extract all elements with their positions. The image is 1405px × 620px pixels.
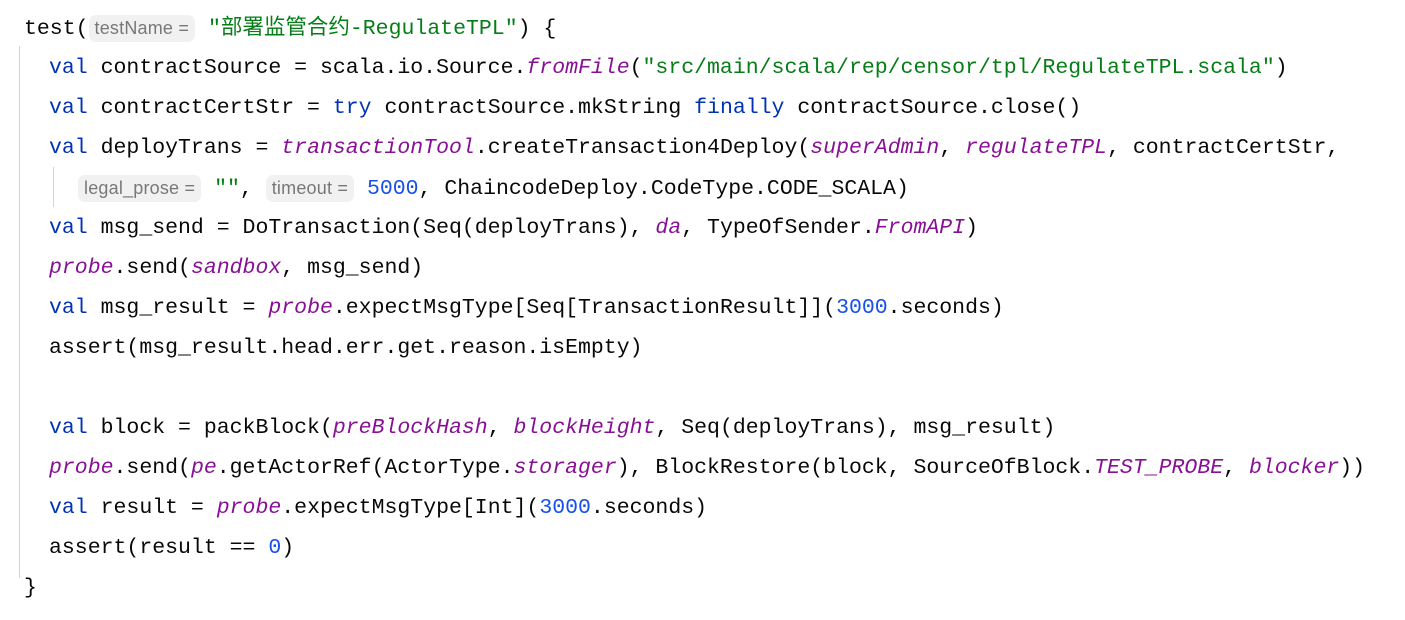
code-line[interactable]: val block = packBlock(preBlockHash, bloc… (0, 408, 1405, 448)
code-token-plain: msg_result = (87, 296, 269, 320)
code-token-number: 3000 (539, 496, 591, 520)
code-token-plain: .send( (113, 256, 191, 280)
code-token-keyword: val (49, 496, 88, 520)
code-token-plain: .seconds) (590, 496, 708, 520)
code-token-keyword: val (49, 56, 88, 80)
code-token-number: 0 (268, 536, 282, 560)
code-token-keyword: val (49, 96, 88, 120)
code-line[interactable]: legal_prose = "", timeout = 5000, Chainc… (0, 168, 1405, 208)
code-token-plain: .seconds) (887, 296, 1004, 320)
code-token-identifier-italic: da (655, 216, 682, 240)
code-token-keyword: val (49, 416, 88, 440)
code-token-plain: .send( (113, 456, 191, 480)
code-token-plain: ) (281, 536, 295, 560)
code-token-identifier-italic: preBlockHash (332, 416, 488, 440)
inlay-parameter-hint[interactable]: timeout = (265, 175, 355, 202)
code-line[interactable]: val contractSource = scala.io.Source.fro… (0, 48, 1405, 88)
code-token-plain: test( (24, 17, 89, 41)
code-token-identifier-italic: regulateTPL (965, 136, 1108, 160)
code-line[interactable]: val contractCertStr = try contractSource… (0, 88, 1405, 128)
code-token-number: 5000 (366, 177, 419, 201)
code-line[interactable]: val msg_send = DoTransaction(Seq(deployT… (0, 208, 1405, 248)
code-line[interactable]: assert(msg_result.head.err.get.reason.is… (0, 328, 1405, 368)
code-token-plain: )) (1339, 456, 1366, 480)
code-token-plain: , msg_send) (281, 256, 424, 280)
code-token-plain: msg_send = DoTransaction(Seq(deployTrans… (87, 216, 656, 240)
code-token-plain: , TypeOfSender. (681, 216, 875, 240)
code-token-string: "" (214, 177, 240, 201)
code-token-keyword: val (49, 296, 88, 320)
code-line[interactable]: probe.send(sandbox, msg_send) (0, 248, 1405, 288)
code-token-identifier-italic: TEST_PROBE (1094, 456, 1224, 480)
code-token-plain: , contractCertStr, (1107, 136, 1340, 160)
code-line[interactable]: val result = probe.expectMsgType[Int](30… (0, 488, 1405, 528)
code-token-plain: } (24, 576, 37, 600)
code-token-keyword: finally (694, 96, 785, 120)
code-token-plain: .expectMsgType[Int]( (281, 496, 540, 520)
code-line[interactable]: } (0, 568, 1405, 608)
code-token-plain: contractSource.mkString (371, 96, 695, 120)
code-token-plain: , ChaincodeDeploy.CodeType.CODE_SCALA) (418, 177, 909, 201)
code-token-plain: ( (629, 56, 643, 80)
code-token-keyword: try (332, 96, 372, 120)
code-line[interactable]: test(testName = "部署监管合约-RegulateTPL") { (0, 8, 1405, 48)
code-token-identifier-italic: pe (190, 456, 217, 480)
code-token-plain: .expectMsgType[Seq[TransactionResult]]( (332, 296, 837, 320)
code-token-plain: .getActorRef(ActorType. (216, 456, 514, 480)
code-token-identifier-italic: sandbox (190, 256, 282, 280)
code-token-identifier-italic: fromFile (526, 56, 630, 80)
code-line[interactable]: probe.send(pe.getActorRef(ActorType.stor… (0, 448, 1405, 488)
code-token-plain: assert(result == (49, 536, 269, 560)
code-line[interactable] (0, 368, 1405, 408)
code-token-identifier-italic: probe (49, 256, 114, 280)
code-token-identifier-italic: probe (49, 456, 114, 480)
code-token-plain: , (239, 177, 266, 201)
code-token-plain: ), BlockRestore(block, SourceOfBlock. (616, 456, 1095, 480)
code-token-plain: , (487, 416, 514, 440)
code-line[interactable]: assert(result == 0) (0, 528, 1405, 568)
code-token-identifier-italic: transactionTool (281, 136, 475, 160)
code-token-identifier-italic: probe (216, 496, 282, 520)
code-editor-viewport[interactable]: test(testName = "部署监管合约-RegulateTPL") {v… (0, 0, 1405, 620)
code-line[interactable]: val msg_result = probe.expectMsgType[Seq… (0, 288, 1405, 328)
inlay-parameter-hint[interactable]: testName = (88, 15, 196, 42)
code-token-plain: contractCertStr = (87, 96, 333, 120)
inlay-parameter-hint[interactable]: legal_prose = (78, 175, 202, 202)
code-token-identifier-italic: blockHeight (513, 416, 656, 440)
code-token-keyword: val (49, 136, 88, 160)
code-token-plain: assert(msg_result.head.err.get.reason.is… (49, 336, 643, 360)
code-token-string: "src/main/scala/rep/censor/tpl/RegulateT… (642, 56, 1275, 80)
code-token-identifier-italic: storager (513, 456, 617, 480)
code-token-keyword: val (49, 216, 88, 240)
code-token-plain: ) { (517, 17, 557, 41)
code-token-plain: .createTransaction4Deploy( (474, 136, 811, 160)
code-token-identifier-italic: FromAPI (874, 216, 966, 240)
code-token-plain: , (939, 136, 966, 160)
code-token-plain: deployTrans = (87, 136, 282, 160)
code-token-number: 3000 (836, 296, 888, 320)
code-token-plain: ) (1274, 56, 1288, 80)
code-token-plain: , Seq(deployTrans), msg_result) (655, 416, 1056, 440)
code-token-string: "部署监管合约-RegulateTPL" (207, 17, 518, 41)
code-token-plain: result = (87, 496, 217, 520)
code-token-plain: contractSource = scala.io.Source. (87, 56, 527, 80)
code-token-plain: ) (965, 216, 979, 240)
code-token-identifier-italic: probe (268, 296, 333, 320)
code-token-identifier-italic: superAdmin (810, 136, 940, 160)
code-line[interactable]: val deployTrans = transactionTool.create… (0, 128, 1405, 168)
code-token-plain: block = packBlock( (87, 416, 333, 440)
code-token-identifier-italic: blocker (1248, 456, 1340, 480)
code-token-plain: contractSource.close() (784, 96, 1082, 120)
code-token-plain: , (1223, 456, 1249, 480)
